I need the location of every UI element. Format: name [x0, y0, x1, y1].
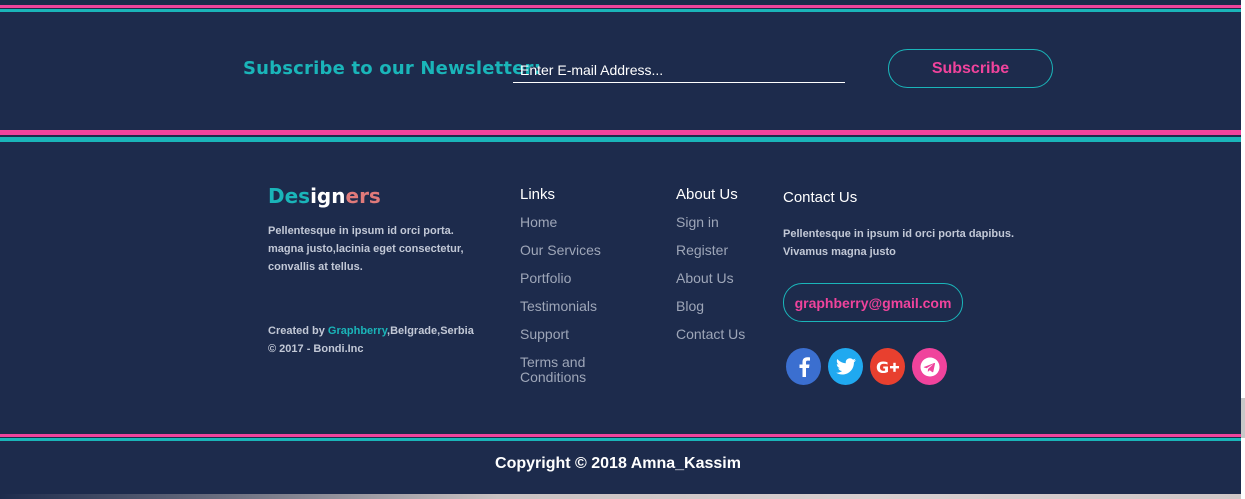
company-copyright: © 2017 - Bondi.Inc [268, 343, 364, 355]
credit-block: Created by Graphberry,Belgrade,Serbia © … [268, 322, 488, 358]
about-title: About Us [676, 186, 738, 203]
credit-link[interactable]: Graphberry [328, 325, 387, 337]
subscribe-button[interactable]: Subscribe [888, 49, 1053, 88]
top-stripe-teal [0, 9, 1241, 12]
links-list: Home Our Services Portfolio Testimonials… [520, 215, 610, 398]
link-about-us[interactable]: About Us [676, 271, 745, 286]
brand-description: Pellentesque in ipsum id orci porta. mag… [268, 225, 464, 273]
links-title: Links [520, 186, 556, 203]
credit-suffix: ,Belgrade,Serbia [387, 325, 474, 337]
brand-logo: Designers [268, 184, 381, 208]
link-terms[interactable]: Terms and Conditions [520, 355, 610, 385]
link-contact-us[interactable]: Contact Us [676, 327, 745, 342]
brand-logo-part-1: Des [268, 184, 311, 208]
brand-logo-part-2: ign [310, 184, 346, 208]
link-testimonials[interactable]: Testimonials [520, 299, 610, 314]
telegram-icon[interactable] [912, 348, 947, 385]
link-portfolio[interactable]: Portfolio [520, 271, 610, 286]
link-home[interactable]: Home [520, 215, 610, 230]
brand-logo-part-3: ers [345, 184, 381, 208]
mid-stripe-teal [0, 137, 1241, 142]
link-sign-in[interactable]: Sign in [676, 215, 745, 230]
svg-text:G: G [876, 359, 889, 375]
scrollbar-thumb[interactable] [1241, 398, 1245, 438]
bottom-stripe-teal [0, 438, 1241, 441]
credit-prefix: Created by [268, 325, 328, 337]
facebook-icon[interactable] [786, 348, 821, 385]
email-link[interactable]: graphberry@gmail.com [783, 283, 963, 322]
link-blog[interactable]: Blog [676, 299, 745, 314]
top-stripe-pink [0, 5, 1241, 8]
twitter-icon[interactable] [828, 348, 863, 385]
google-plus-icon[interactable]: G [870, 348, 905, 385]
link-register[interactable]: Register [676, 243, 745, 258]
link-support[interactable]: Support [520, 327, 610, 342]
email-input[interactable] [513, 58, 845, 83]
footer-copyright: Copyright © 2018 Amna_Kassim [495, 455, 741, 472]
newsletter-label: Subscribe to our Newsletter: [243, 58, 542, 79]
about-list: Sign in Register About Us Blog Contact U… [676, 215, 745, 355]
mid-stripe-pink [0, 130, 1241, 135]
contact-title: Contact Us [783, 189, 858, 206]
page-bottom-edge [0, 494, 1245, 499]
contact-description: Pellentesque in ipsum id orci porta dapi… [783, 228, 1015, 258]
bottom-stripe-pink [0, 434, 1241, 437]
link-our-services[interactable]: Our Services [520, 243, 610, 258]
